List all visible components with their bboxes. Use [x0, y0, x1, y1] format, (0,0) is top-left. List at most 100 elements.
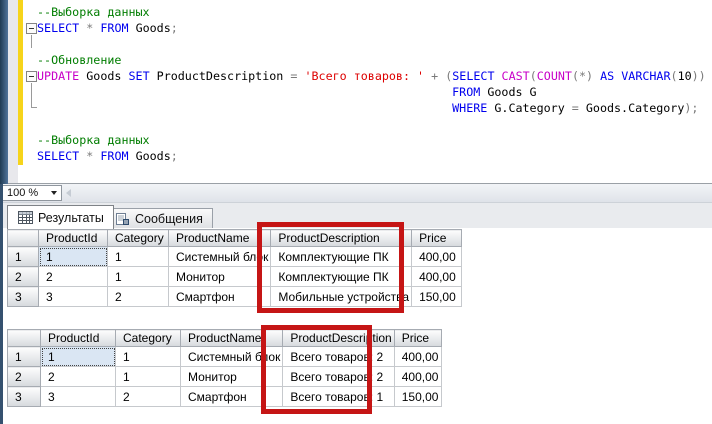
code-token: )) [692, 69, 706, 83]
code-token: SELECT [452, 69, 494, 83]
table-row: 221МониторВсего товаров: 2400,00 [8, 367, 442, 387]
code-token: --Выборка данных [37, 133, 150, 147]
column-header-productid[interactable]: ProductId [41, 330, 116, 347]
code-token: ); [684, 101, 698, 115]
grid-cell[interactable]: 1 [41, 347, 116, 367]
code-token: --Выборка данных [37, 5, 150, 19]
code-token: CAST [502, 69, 530, 83]
grid-cell[interactable]: 2 [41, 367, 116, 387]
row-header[interactable]: 3 [8, 387, 41, 407]
code-line[interactable]: WHERE G.Category = Goods.Category); [37, 100, 706, 116]
grid-cell[interactable]: 150,00 [412, 287, 462, 307]
results-table: ProductIdCategoryProductNameProductDescr… [7, 329, 442, 407]
code-token: 'Всего товаров: ' [304, 69, 424, 83]
code-token: FROM [100, 21, 128, 35]
grid-cell[interactable]: 1 [39, 247, 108, 267]
grid-cell[interactable]: 2 [116, 387, 181, 407]
code-line[interactable]: SELECT * FROM Goods; [37, 148, 706, 164]
code-line[interactable]: --Обновление [37, 52, 706, 68]
code-line[interactable]: --Выборка данных [37, 132, 706, 148]
code-token: ; [171, 21, 178, 35]
change-tracking-bar [18, 0, 23, 165]
grid-cell[interactable]: 150,00 [394, 387, 441, 407]
code-token: WHERE [452, 101, 487, 115]
corner-cell[interactable] [8, 330, 41, 347]
code-token: Goods.Category [579, 101, 685, 115]
editor-indicator-margin [8, 0, 18, 183]
code-token: UPDATE [37, 69, 79, 83]
grid-cell[interactable]: Системный блок [169, 247, 271, 267]
grid-cell[interactable]: 1 [116, 347, 181, 367]
row-header[interactable]: 1 [8, 347, 41, 367]
code-token: ( [572, 69, 579, 83]
grid-cell[interactable]: 400,00 [412, 267, 462, 287]
code-token: FROM [452, 85, 480, 99]
window-frame-edge [0, 184, 3, 424]
code-token: 10 [678, 69, 692, 83]
corner-cell[interactable] [8, 230, 39, 247]
column-header-productname[interactable]: ProductName [169, 230, 271, 247]
column-header-category[interactable]: Category [116, 330, 181, 347]
grid-cell[interactable]: 400,00 [394, 347, 441, 367]
row-header[interactable]: 1 [8, 247, 39, 267]
code-line[interactable]: SELECT * FROM Goods; [37, 20, 706, 36]
code-token: G.Category [487, 101, 571, 115]
table-row: 332СмартфонВсего товаров: 1150,00 [8, 387, 442, 407]
grid-cell[interactable]: 3 [39, 287, 108, 307]
tab-messages-label: Сообщения [135, 212, 203, 226]
grid-cell[interactable]: 400,00 [412, 247, 462, 267]
grid-cell[interactable]: 1 [116, 367, 181, 387]
outline-guide-line [31, 83, 32, 107]
column-header-price[interactable]: Price [412, 230, 462, 247]
scroll-left-icon[interactable] [66, 189, 71, 197]
column-header-price[interactable]: Price [394, 330, 441, 347]
code-token: Goods [79, 69, 128, 83]
row-header[interactable]: 2 [8, 267, 39, 287]
ssms-query-window: --Выборка данныхSELECT * FROM Goods;--Об… [0, 0, 712, 424]
result-grid-2: ProductIdCategoryProductNameProductDescr… [7, 329, 442, 407]
code-token [495, 69, 502, 83]
fold-collapse-box[interactable] [26, 71, 37, 82]
code-token: * [579, 69, 586, 83]
code-line[interactable] [37, 116, 706, 132]
fold-collapse-box[interactable] [26, 23, 37, 34]
row-header[interactable]: 3 [8, 287, 39, 307]
zoom-level-dropdown[interactable]: 100 % [1, 185, 62, 201]
code-area[interactable]: --Выборка данныхSELECT * FROM Goods;--Об… [37, 4, 706, 164]
grid-cell[interactable]: 3 [41, 387, 116, 407]
grid-cell[interactable]: 2 [39, 267, 108, 287]
code-token: SET [129, 69, 150, 83]
code-token: ( [530, 69, 537, 83]
code-token: Goods [129, 21, 171, 35]
zoom-level-value: 100 % [2, 187, 51, 199]
code-token: ProductDescription [150, 69, 291, 83]
grid-cell[interactable]: 1 [108, 247, 169, 267]
tab-results-label: Результаты [38, 211, 104, 225]
code-line[interactable] [37, 36, 706, 52]
highlight-annotation-1 [257, 222, 404, 313]
code-token: --Обновление [37, 53, 121, 67]
code-line[interactable]: --Выборка данных [37, 4, 706, 20]
column-header-productid[interactable]: ProductId [39, 230, 108, 247]
table-row: 111Системный блокВсего товаров: 2400,00 [8, 347, 442, 367]
chevron-down-icon[interactable] [51, 191, 57, 195]
code-line[interactable]: FROM Goods G [37, 84, 706, 100]
grid-cell[interactable]: Смартфон [169, 287, 271, 307]
outline-guide-line [31, 35, 32, 48]
code-token: SELECT [37, 149, 79, 163]
grid-cell[interactable]: 1 [108, 267, 169, 287]
tab-messages[interactable]: Сообщения [104, 208, 213, 229]
code-line[interactable]: UPDATE Goods SET ProductDescription = 'В… [37, 68, 706, 84]
code-token: = [572, 101, 579, 115]
column-header-category[interactable]: Category [108, 230, 169, 247]
code-token: Goods [129, 149, 171, 163]
code-token: SELECT [37, 21, 79, 35]
sql-editor[interactable]: --Выборка данныхSELECT * FROM Goods;--Об… [0, 0, 712, 184]
grid-cell[interactable]: 2 [108, 287, 169, 307]
window-frame-edge [0, 0, 8, 184]
tab-results[interactable]: Результаты [7, 205, 114, 229]
grid-cell[interactable]: 400,00 [394, 367, 441, 387]
row-header[interactable]: 2 [8, 367, 41, 387]
results-grid-icon [17, 211, 33, 225]
grid-cell[interactable]: Монитор [169, 267, 271, 287]
